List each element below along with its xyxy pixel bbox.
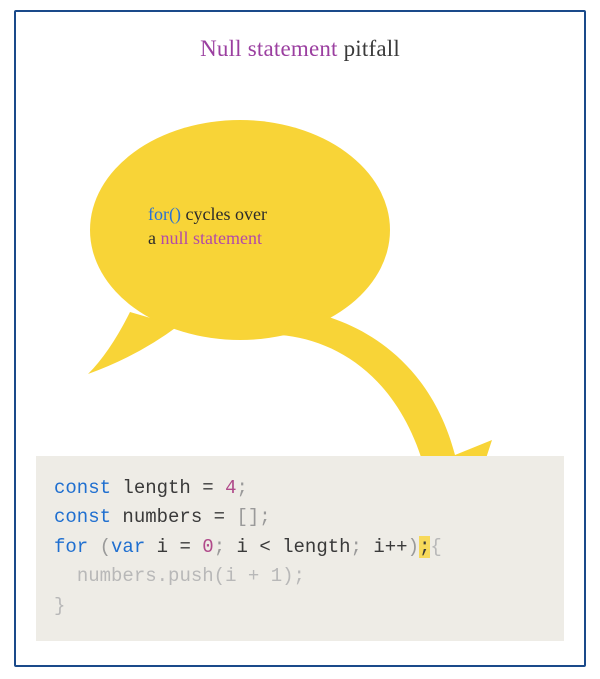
title-accent: Null statement	[200, 36, 338, 61]
code-line-2: const numbers = [];	[54, 506, 271, 528]
code-line-5: }	[54, 595, 65, 617]
bubble-keyword-null: null statement	[161, 228, 262, 248]
code-block: const length = 4; const numbers = []; fo…	[36, 456, 564, 641]
bubble-line2-pre: a	[148, 228, 161, 248]
bubble-line1-rest: cycles over	[181, 204, 267, 224]
code-line-4: numbers.push(i + 1);	[54, 565, 305, 587]
code-line-1: const length = 4;	[54, 477, 248, 499]
bubble-keyword-for: for()	[148, 204, 181, 224]
code-line-3: for (var i = 0; i < length; i++);{	[54, 536, 442, 558]
highlighted-semicolon: ;	[419, 536, 430, 558]
title-rest: pitfall	[338, 36, 400, 61]
diagram-title: Null statement pitfall	[0, 36, 600, 62]
speech-bubble-text: for() cycles over a null statement	[148, 202, 348, 251]
